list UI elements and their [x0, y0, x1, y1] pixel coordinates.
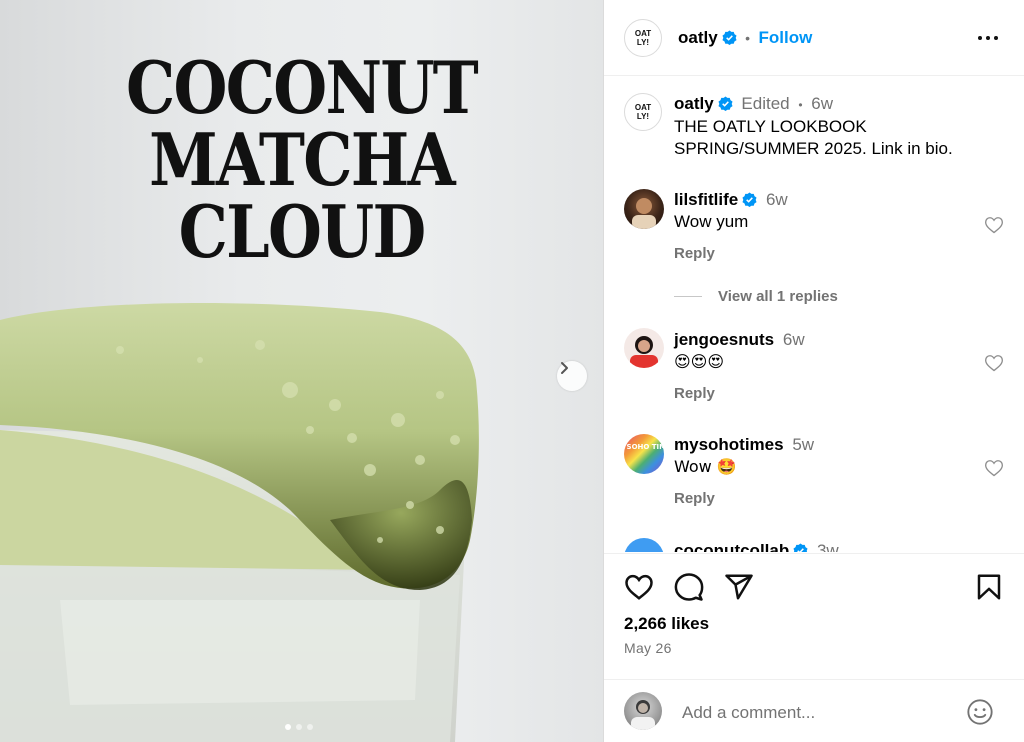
divider-line: [674, 296, 702, 297]
carousel-dot[interactable]: [285, 724, 291, 730]
heart-icon[interactable]: [624, 572, 654, 602]
more-icon[interactable]: [976, 28, 1000, 48]
author-username[interactable]: oatly: [678, 28, 718, 47]
commenter-username[interactable]: lilsfitlife: [674, 190, 738, 209]
comment-time[interactable]: 6w: [783, 330, 805, 349]
separator-dot: •: [745, 30, 751, 46]
comment-icon[interactable]: [674, 572, 704, 602]
post-media[interactable]: COCONUT MATCHA CLOUD: [0, 0, 603, 742]
chevron-right-icon: [561, 362, 568, 374]
view-replies-button[interactable]: View all 1 replies: [674, 288, 838, 305]
add-comment-bar: [604, 679, 1024, 742]
verified-icon: [722, 30, 737, 45]
commenter-username[interactable]: jengoesnuts: [674, 330, 774, 349]
oatly-logo: OAT LY!: [634, 29, 652, 47]
follow-button[interactable]: Follow: [759, 28, 813, 47]
post-side-panel: OAT LY! oatly • Follow OAT LY! oatly Edi…: [603, 0, 1024, 742]
avatar-text: MY SOHO TIMES: [624, 443, 664, 451]
next-slide-button[interactable]: [557, 361, 587, 391]
caption-username[interactable]: oatly: [674, 94, 714, 113]
poster-line: MATCHA: [149, 117, 456, 202]
heart-icon[interactable]: [984, 458, 1004, 478]
commenter-avatar[interactable]: [624, 328, 664, 368]
emoji-icon[interactable]: [966, 698, 994, 726]
poster-line: CLOUD: [178, 189, 427, 274]
comment-text: Wow yum: [674, 212, 749, 231]
avatar-photo: MY SOHO TIMES: [624, 443, 664, 451]
poster-title: COCONUT MATCHA CLOUD: [42, 52, 561, 268]
commenter-avatar[interactable]: [624, 189, 664, 229]
oatly-logo: OAT LY!: [634, 103, 652, 121]
caption-avatar[interactable]: OAT LY!: [624, 93, 662, 131]
commenter-username[interactable]: mysohotimes: [674, 435, 784, 454]
heart-icon[interactable]: [984, 215, 1004, 235]
poster-line: COCONUT: [125, 45, 479, 130]
commenter-username[interactable]: coconutcollab: [674, 541, 789, 552]
post-date[interactable]: May 26: [624, 640, 672, 656]
share-icon[interactable]: [724, 572, 754, 602]
comments-list[interactable]: OAT LY! oatly Edited • 6w THE OATLY LOOK…: [604, 77, 1024, 552]
comment-input[interactable]: [680, 700, 954, 726]
carousel-dot[interactable]: [307, 724, 313, 730]
view-replies-label: View all 1 replies: [718, 288, 838, 305]
bookmark-icon[interactable]: [974, 572, 1004, 602]
my-avatar[interactable]: [624, 692, 662, 730]
commenter-avatar[interactable]: [624, 538, 664, 552]
verified-icon: [793, 543, 808, 552]
avatar-photo: [630, 336, 658, 368]
caption-text: THE OATLY LOOKBOOK SPRING/SUMMER 2025. L…: [674, 117, 953, 158]
comment-time[interactable]: 3w: [817, 541, 839, 552]
comment-time[interactable]: 6w: [766, 190, 788, 209]
comment-time[interactable]: 5w: [792, 435, 814, 454]
edited-label: Edited: [741, 94, 790, 113]
author-avatar[interactable]: OAT LY!: [624, 19, 662, 57]
comment-text: Wow 🤩: [674, 457, 737, 476]
post-header: OAT LY! oatly • Follow: [604, 0, 1024, 76]
caption-time[interactable]: 6w: [811, 94, 833, 113]
reply-button[interactable]: Reply: [674, 488, 984, 510]
comment-text: 😍😍😍: [674, 352, 725, 371]
avatar-photo: [631, 700, 655, 730]
verified-icon: [742, 192, 757, 207]
reply-button[interactable]: Reply: [674, 383, 984, 405]
separator-dot: •: [798, 98, 803, 112]
avatar-photo: [632, 198, 656, 229]
verified-icon: [718, 96, 733, 111]
heart-icon[interactable]: [984, 353, 1004, 373]
reply-button[interactable]: Reply: [674, 243, 984, 265]
carousel-dot[interactable]: [296, 724, 302, 730]
commenter-avatar[interactable]: MY SOHO TIMES: [624, 434, 664, 474]
carousel-dots: [285, 724, 313, 730]
post-actions: 2,266 likes May 26: [604, 553, 1024, 679]
likes-count[interactable]: 2,266 likes: [624, 614, 709, 634]
